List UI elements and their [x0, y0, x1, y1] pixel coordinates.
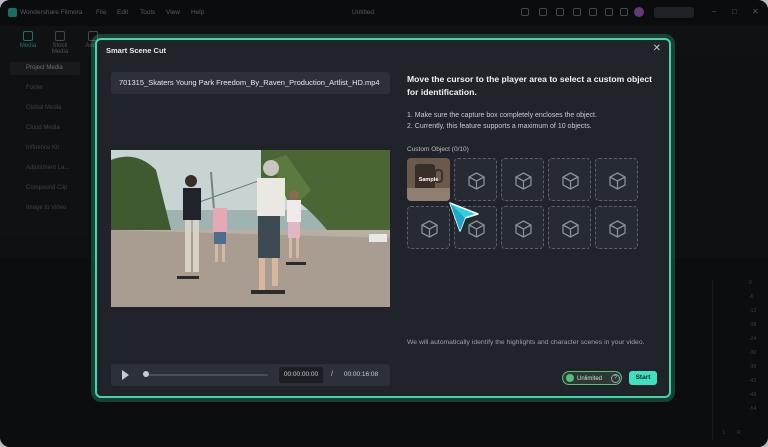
object-slot[interactable] [595, 158, 638, 201]
total-time: 00:00:16:08 [343, 371, 379, 378]
start-button[interactable]: Start [629, 371, 657, 385]
video-frame [111, 150, 390, 307]
sample-object-thumbnail[interactable]: Sample [407, 158, 450, 201]
object-slot[interactable] [595, 206, 638, 249]
scrub-track[interactable] [146, 374, 268, 376]
scrub-handle[interactable] [143, 371, 149, 377]
video-player[interactable] [111, 150, 390, 307]
smart-scene-cut-dialog: Smart Scene Cut ✕ 701315_Skaters Young P… [95, 38, 671, 398]
tip-max-objects: 2. Currently, this feature supports a ma… [407, 123, 592, 130]
cube-icon [609, 172, 626, 190]
credit-icon [566, 374, 574, 382]
tip-capture-box: 1. Make sure the capture box completely … [407, 112, 597, 119]
time-separator: / [331, 371, 333, 378]
object-slot[interactable] [548, 158, 591, 201]
object-slot[interactable] [501, 206, 544, 249]
custom-object-count: Custom Object (0/10) [407, 146, 469, 153]
cube-icon [609, 220, 626, 238]
cube-icon [562, 172, 579, 190]
cube-icon [515, 220, 532, 238]
cube-icon [562, 220, 579, 238]
help-icon[interactable]: ? [611, 374, 620, 383]
cube-icon [515, 172, 532, 190]
player-controls: 00:00:00:00 / 00:00:16:08 [111, 364, 390, 386]
play-icon[interactable] [122, 370, 129, 380]
object-slot[interactable] [501, 158, 544, 201]
unlimited-badge[interactable]: Unlimited ? [562, 371, 622, 385]
filmora-window: Wondershare Filmora File Edit Tools View… [0, 0, 768, 447]
dialog-title: Smart Scene Cut [106, 46, 167, 55]
auto-identify-note: We will automatically identify the highl… [407, 339, 645, 346]
cube-icon [468, 172, 485, 190]
object-slot[interactable] [548, 206, 591, 249]
cube-icon [421, 220, 438, 238]
instruction-title: Move the cursor to the player area to se… [407, 74, 652, 97]
file-name: 701315_Skaters Young Park Freedom_By_Rav… [111, 72, 390, 94]
object-slot[interactable] [407, 206, 450, 249]
current-time[interactable]: 00:00:00:00 [279, 367, 323, 383]
cursor-pointer-icon [447, 200, 481, 239]
close-icon[interactable]: ✕ [653, 43, 661, 54]
unlimited-label: Unlimited [577, 376, 603, 382]
object-slot[interactable] [454, 158, 497, 201]
sample-label: Sample [418, 177, 439, 183]
